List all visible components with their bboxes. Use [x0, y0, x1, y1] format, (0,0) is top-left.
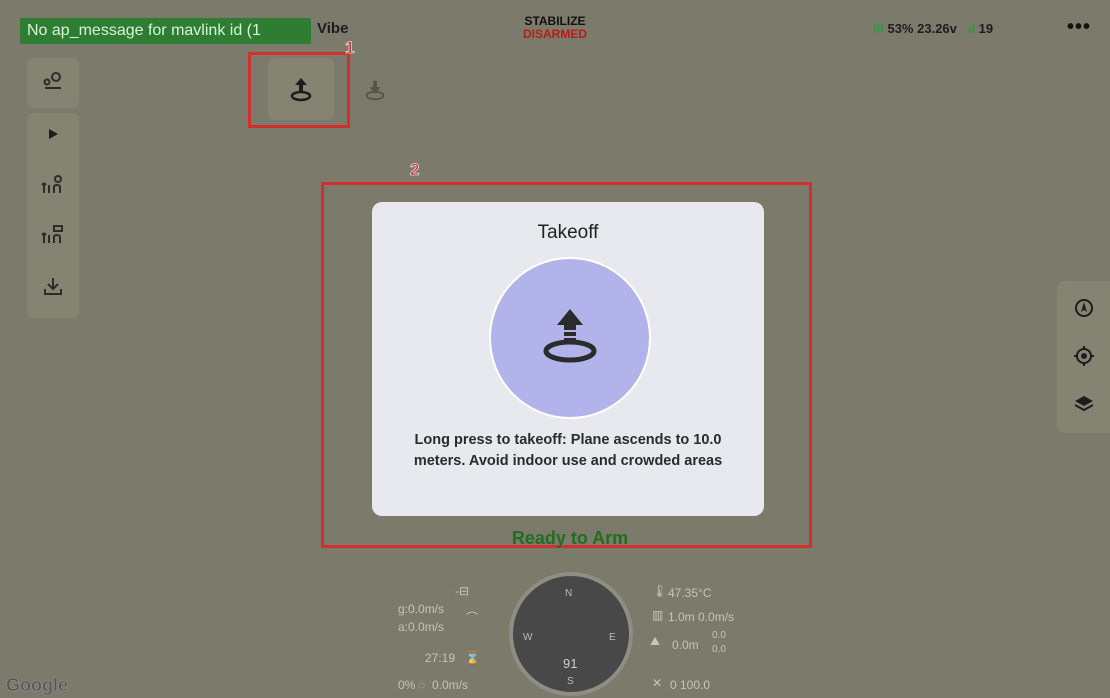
compass: N S E W 91 [509, 572, 633, 696]
distance-icon: ✕ [652, 676, 663, 690]
clock-icon: ⌛ [465, 651, 480, 665]
map-tools-panel [1057, 281, 1110, 433]
dialog-description: Long press to takeoff: Plane ascends to … [413, 432, 723, 469]
land-icon [365, 80, 385, 100]
waypoint-upload-icon[interactable] [27, 173, 79, 203]
route-pin-icon[interactable] [27, 70, 79, 98]
altitude-sub-2: 0.0 [712, 644, 726, 655]
vehicle-status[interactable]: III 53% 23.26v .ıl 19 [873, 21, 993, 36]
waypoint-download-icon[interactable] [27, 223, 79, 253]
air-speed: a:0.0m/s [398, 620, 445, 634]
altitude-rate-icon: ▥ [652, 608, 664, 622]
more-icon[interactable]: ••• [1067, 16, 1091, 39]
altitude: 0.0m [672, 638, 699, 652]
vehicle-name[interactable]: Vibe [317, 20, 348, 37]
ground-speed: g:0.0m/s [398, 602, 445, 616]
flight-mode-label: STABILIZE [524, 14, 586, 28]
flight-time: 27:19 [425, 651, 456, 665]
battery-icon: III [873, 21, 884, 36]
temperature: 47.35°C [668, 586, 712, 600]
altitude-rate: 1.0m 0.0m/s [668, 610, 735, 624]
ready-status: Ready to Arm [511, 528, 629, 548]
signal-bars-icon: -⊟ [455, 584, 470, 598]
top-bar: No ap_message for mavlink id (1 Vibe STA… [0, 0, 1110, 54]
voltage: 23.26v [917, 21, 957, 36]
takeoff-press-button[interactable] [489, 257, 651, 419]
takeoff-dialog: Takeoff Long press to takeoff: Plane asc… [372, 202, 764, 516]
annotation-box-1 [248, 52, 350, 128]
compass-west: W [523, 632, 533, 643]
compass-east: E [609, 632, 616, 643]
map-route-panel [27, 58, 79, 108]
download-icon[interactable] [27, 275, 79, 303]
layers-icon[interactable] [1057, 393, 1110, 420]
throttle: 0% [398, 678, 416, 692]
satellite-count: 19 [978, 21, 994, 36]
compass-north: N [565, 588, 573, 599]
heading-value: 91 [563, 656, 578, 671]
distance: 0 100.0 [670, 678, 711, 692]
takeoff-icon [543, 309, 597, 363]
mountain-icon: ⛰ [650, 634, 661, 648]
dialog-title: Takeoff [537, 222, 599, 243]
status-message[interactable]: No ap_message for mavlink id (1 [20, 18, 311, 44]
battery-percent: 53% [887, 21, 914, 36]
mission-panel [27, 113, 79, 318]
flight-mode[interactable]: STABILIZE DISARMED [470, 15, 640, 41]
locate-icon[interactable] [1057, 345, 1110, 372]
altitude-sub-1: 0.0 [712, 630, 726, 641]
google-logo: Google [6, 675, 69, 696]
thermometer-icon: 🌡 [652, 584, 668, 598]
speed-gauge-icon: ⌒ [466, 611, 479, 625]
signal-icon: .ıl [960, 21, 975, 36]
arm-state: DISARMED [522, 27, 587, 41]
land-button[interactable] [342, 58, 408, 120]
annotation-label-1: 1 [345, 38, 355, 58]
navigate-icon[interactable] [1057, 297, 1110, 324]
annotation-label-2: 2 [410, 160, 420, 180]
play-icon[interactable] [27, 125, 79, 147]
climb-rate: 0.0m/s [432, 678, 469, 692]
throttle-icon: ◌ [418, 678, 426, 692]
compass-south: S [567, 676, 574, 687]
